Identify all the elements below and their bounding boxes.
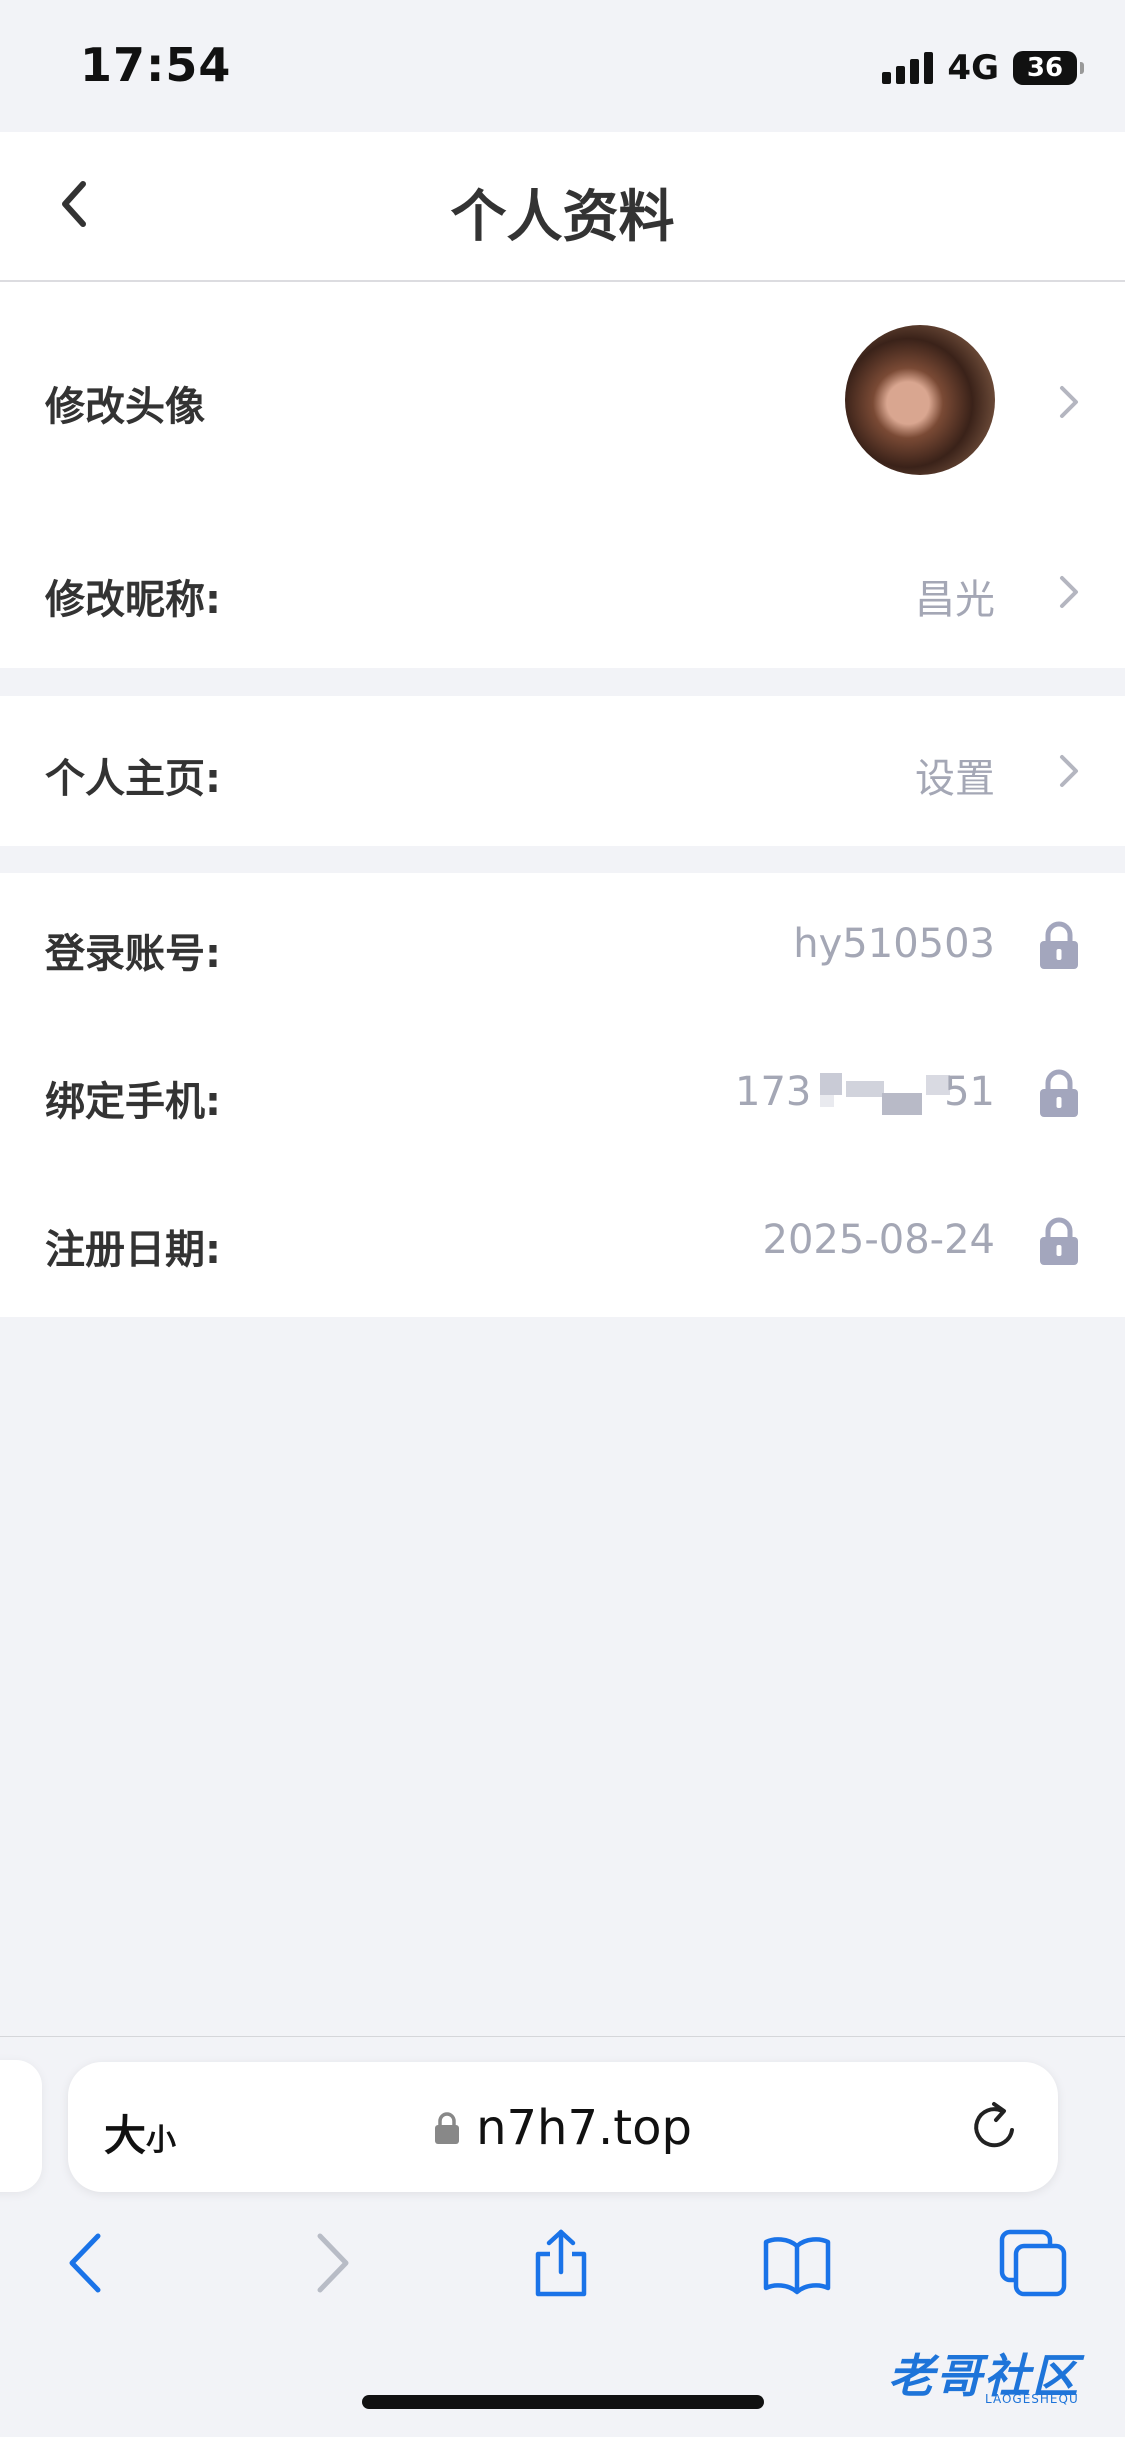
profile-card-homepage: 个人主页: 设置 — [0, 696, 1125, 846]
status-bar: 17:54 4G 36 — [0, 0, 1125, 132]
account-value: hy510503 — [793, 921, 995, 967]
chevron-right-icon — [1060, 576, 1078, 608]
homepage-row[interactable]: 个人主页: 设置 — [0, 696, 1125, 846]
account-row: 登录账号: hy510503 — [0, 873, 1125, 1021]
nickname-value: 昌光 — [915, 577, 995, 623]
back-nav-icon[interactable] — [52, 2228, 122, 2298]
page-title: 个人资料 — [450, 185, 675, 250]
phone-row: 绑定手机: 173 51 — [0, 1021, 1125, 1169]
share-icon[interactable] — [526, 2228, 596, 2298]
url-text: n7h7.top — [476, 2100, 692, 2156]
network-type: 4G — [947, 48, 999, 88]
account-label: 登录账号: — [45, 931, 221, 977]
battery-icon: 36 — [1013, 51, 1084, 85]
profile-card-account: 登录账号: hy510503 绑定手机: 173 51 注册日期: 2025-0… — [0, 873, 1125, 1317]
signal-icon — [882, 52, 934, 84]
home-indicator — [362, 2395, 764, 2409]
reload-icon[interactable] — [968, 2100, 1022, 2154]
battery-level: 36 — [1026, 53, 1064, 83]
phone-suffix: 51 — [944, 1069, 995, 1115]
lock-icon — [1040, 1217, 1078, 1265]
watermark-subtitle: LAOGESHEQU — [985, 2392, 1079, 2406]
lock-icon — [1040, 921, 1078, 969]
register-label: 注册日期: — [45, 1227, 221, 1273]
chevron-right-icon — [1060, 755, 1078, 787]
register-row: 注册日期: 2025-08-24 — [0, 1169, 1125, 1317]
address-bar[interactable]: 大小 n7h7.top — [68, 2062, 1058, 2192]
status-time: 17:54 — [80, 38, 232, 92]
phone-prefix: 173 — [735, 1069, 812, 1115]
previous-tab-preview[interactable] — [0, 2060, 42, 2192]
chevron-right-icon — [1060, 386, 1078, 418]
nickname-label: 修改昵称: — [45, 577, 221, 623]
avatar[interactable] — [845, 325, 995, 475]
status-indicators: 4G 36 — [882, 48, 1084, 88]
tabs-icon[interactable] — [998, 2228, 1068, 2298]
phone-label: 绑定手机: — [45, 1079, 221, 1125]
register-value: 2025-08-24 — [762, 1217, 995, 1263]
lock-icon — [435, 2112, 460, 2144]
avatar-label: 修改头像 — [45, 384, 205, 430]
lock-icon — [1040, 1069, 1078, 1117]
bookmarks-icon[interactable] — [762, 2228, 832, 2298]
url-display[interactable]: n7h7.top — [68, 2100, 1058, 2156]
page-header: 个人资料 — [0, 132, 1125, 282]
homepage-value: 设置 — [915, 756, 995, 802]
forward-nav-icon[interactable] — [296, 2228, 366, 2298]
nickname-row[interactable]: 修改昵称: 昌光 — [0, 517, 1125, 667]
homepage-label: 个人主页: — [45, 756, 221, 802]
